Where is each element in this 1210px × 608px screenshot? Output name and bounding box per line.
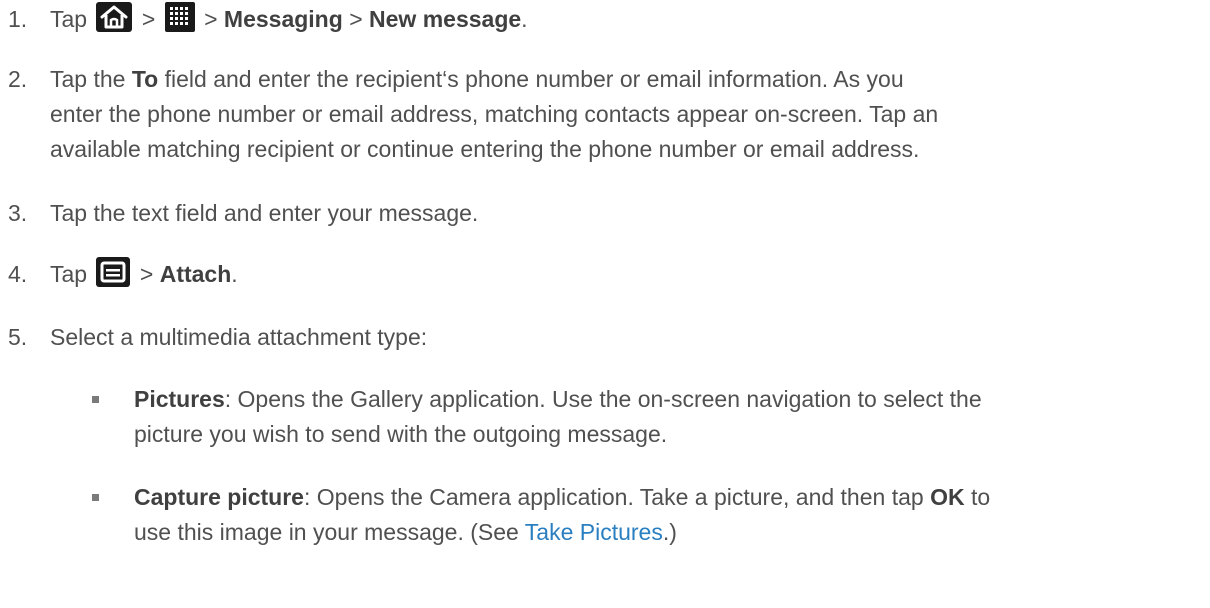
bullet-text: Pictures: Opens the Gallery application.…: [134, 382, 1204, 452]
bullet-text-part: : Opens the Gallery application. Use the…: [224, 386, 982, 412]
period: .: [521, 6, 528, 32]
attach-label: Attach: [159, 261, 232, 287]
bullet-text-part: : Opens the Camera application. Take a p…: [303, 484, 931, 510]
step-text-line: available matching recipient or continue…: [50, 136, 920, 162]
step-text: Tap the text field and enter your messag…: [50, 200, 479, 226]
pictures-term: Pictures: [134, 386, 225, 412]
bullet-marker: [92, 396, 99, 403]
step-text-part: field and enter the recipient‘s phone nu…: [158, 66, 904, 92]
period: .: [231, 261, 238, 287]
messaging-label: Messaging: [223, 6, 343, 32]
bullet-text-line: picture you wish to send with the outgoi…: [134, 421, 668, 447]
bullet-text: Capture picture: Opens the Camera applic…: [134, 480, 1204, 550]
step-text: Tap the To field and enter the recipient…: [50, 62, 1200, 167]
take-pictures-link[interactable]: Take Pictures: [525, 519, 663, 545]
ok-label: OK: [930, 484, 965, 510]
new-message-label: New message: [369, 6, 522, 32]
separator: >: [141, 6, 156, 32]
menu-icon: [96, 257, 131, 297]
step-text-part: Tap the: [50, 66, 132, 92]
step-number: 4.: [8, 261, 28, 287]
bullet-marker: [92, 494, 99, 501]
apps-grid-icon: [164, 2, 195, 42]
bullet-text-part: .): [662, 519, 677, 545]
separator: >: [349, 6, 363, 32]
bullet-text-part: use this image in your message. (See: [134, 519, 525, 545]
separator: >: [139, 261, 154, 287]
step-number: 5.: [8, 324, 28, 350]
step-number: 2.: [8, 66, 28, 92]
step-text-prefix: Tap: [50, 6, 88, 32]
capture-picture-term: Capture picture: [134, 484, 304, 510]
step-number: 1.: [8, 6, 28, 32]
step-number: 3.: [8, 200, 28, 226]
instructions-document: 1. Tap > > Messaging > New message. 2. T…: [0, 0, 1210, 608]
step-text-line: enter the phone number or email address,…: [50, 101, 939, 127]
bullet-text-part: to: [964, 484, 991, 510]
step-text-prefix: Tap: [50, 261, 88, 287]
home-icon: [96, 2, 133, 42]
step-text: Select a multimedia attachment type:: [50, 324, 428, 350]
separator: >: [204, 6, 218, 32]
step-text: Tap > Attach.: [50, 257, 1200, 297]
step-text: Tap > > Messaging > New message.: [50, 2, 1200, 42]
to-label: To: [131, 66, 159, 92]
